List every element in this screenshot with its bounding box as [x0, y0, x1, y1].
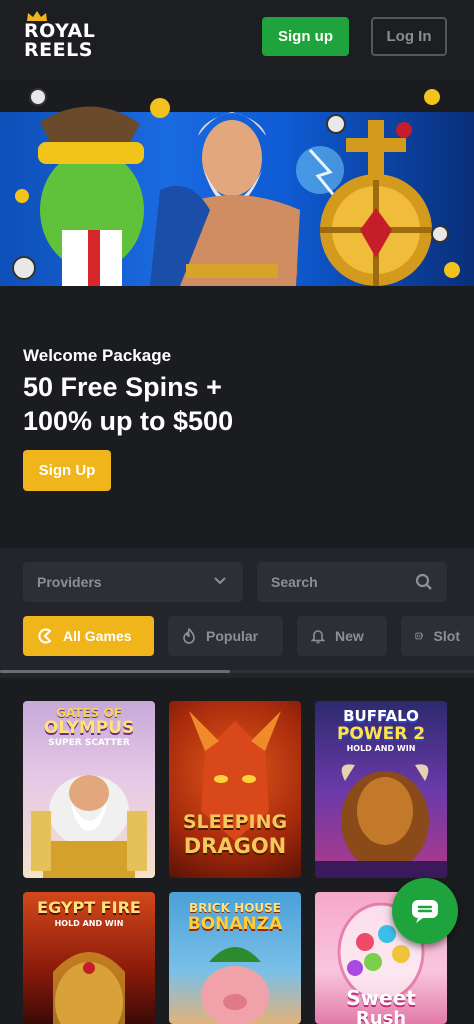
- tab-slot[interactable]: Slot: [401, 616, 474, 656]
- game-title-line-1: BRICK HOUSE: [189, 901, 281, 915]
- game-title-line-1: Sweet: [346, 986, 416, 1010]
- live-chat-button[interactable]: [392, 878, 458, 944]
- tab-all-games[interactable]: All Games: [23, 616, 154, 656]
- header-signup-button[interactable]: Sign up: [262, 17, 349, 56]
- game-card-egypt-fire[interactable]: EGYPT FIRE HOLD AND WIN: [23, 892, 155, 1024]
- tab-label: Slot: [433, 628, 460, 644]
- game-card-gates-of-olympus[interactable]: GATES OF OLYMPUS SUPER SCATTER: [23, 701, 155, 878]
- providers-select[interactable]: Providers: [23, 562, 243, 602]
- search-icon: [415, 573, 432, 590]
- all-games-icon: [38, 628, 52, 644]
- game-card-brick-house-bonanza[interactable]: BRICK HOUSE BONANZA: [169, 892, 301, 1024]
- search-input[interactable]: Search: [257, 562, 447, 602]
- royal-reels-logo[interactable]: ROYAL REELS: [22, 10, 117, 62]
- header-login-button[interactable]: Log In: [371, 17, 447, 56]
- game-title-line-1: SLEEPING: [182, 811, 288, 833]
- banner-artwork: [12, 88, 460, 286]
- game-title-line-3: SUPER SCATTER: [48, 738, 130, 748]
- game-title-line-2: DRAGON: [183, 834, 287, 858]
- tabs-scrollbar[interactable]: [0, 670, 474, 673]
- slot-icon: [415, 632, 423, 640]
- tab-label: Popular: [206, 628, 259, 644]
- game-title-line-3: HOLD AND WIN: [346, 744, 416, 753]
- tab-new[interactable]: New: [297, 616, 387, 656]
- providers-label: Providers: [37, 574, 102, 590]
- game-title-line-2: Rush: [355, 1008, 407, 1024]
- promo-title-line-2: 100% up to $500: [23, 406, 234, 436]
- search-placeholder: Search: [271, 574, 318, 590]
- game-title-line-2: OLYMPUS: [43, 718, 135, 738]
- promo-title-line-1: 50 Free Spins +: [23, 372, 222, 402]
- bell-icon: [311, 630, 325, 644]
- tab-popular[interactable]: Popular: [168, 616, 283, 656]
- promo-banner-image: [0, 80, 474, 286]
- flame-icon: [183, 628, 195, 644]
- tabs-scrollbar-thumb[interactable]: [0, 670, 230, 673]
- game-title-line-1: BUFFALO: [343, 707, 419, 725]
- promo-title: 50 Free Spins + 100% up to $500: [23, 370, 453, 438]
- game-filters: Providers Search All Games Popular New S…: [0, 548, 474, 678]
- logo-line-2: REELS: [24, 39, 93, 61]
- promo-signup-button[interactable]: Sign Up: [23, 450, 111, 491]
- tab-label: All Games: [63, 628, 132, 644]
- game-title-line-2: POWER 2: [336, 724, 426, 744]
- game-title-line-2: HOLD AND WIN: [54, 919, 124, 928]
- promo-subtitle: Welcome Package: [23, 346, 172, 365]
- game-title-line-2: BONANZA: [187, 914, 283, 934]
- game-card-buffalo-power-2[interactable]: BUFFALO POWER 2 HOLD AND WIN: [315, 701, 447, 878]
- game-title-line-1: EGYPT FIRE: [37, 898, 141, 917]
- game-card-sleeping-dragon[interactable]: SLEEPING DRAGON: [169, 701, 301, 878]
- chevron-down-icon: [214, 577, 226, 585]
- tab-label: New: [335, 628, 364, 644]
- header: ROYAL REELS Sign up Log In: [0, 0, 474, 80]
- chat-icon: [412, 900, 438, 923]
